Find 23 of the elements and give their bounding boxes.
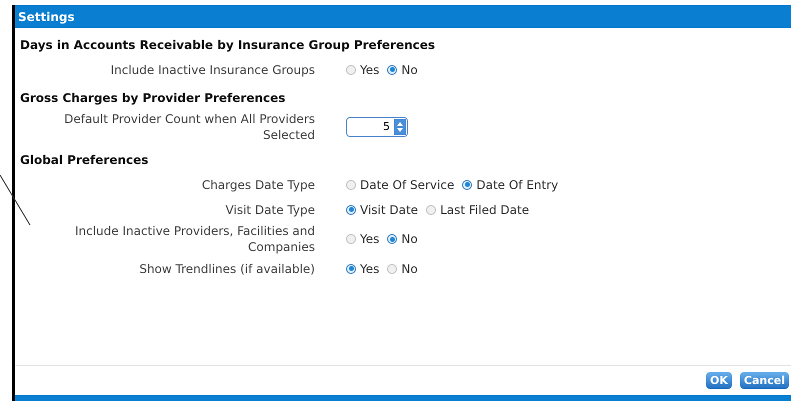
setting-label: Include Inactive Providers, Facilities and Companies [74,223,315,255]
window-title: Settings [15,5,791,28]
radio-option[interactable]: Date Of Service [346,176,454,194]
setting-label: Default Provider Count when All Providers Selected [63,111,315,143]
setting-label: Include Inactive Insurance Groups [110,62,315,78]
setting-label: Charges Date Type [200,176,315,192]
radio-option[interactable]: Yes [346,60,380,78]
radio-option[interactable]: No [387,230,418,248]
setting-label: Visit Date Type [224,202,315,218]
radio-option[interactable]: Date Of Entry [462,176,558,194]
radio-option[interactable]: No [387,60,418,78]
radio-option[interactable]: Visit Date [346,200,418,218]
section-heading: Global Preferences [20,152,150,169]
spinner-arrows-icon[interactable] [394,119,406,135]
number-spinner[interactable]: 5 [346,117,408,137]
radio-option[interactable]: Last Filed Date [426,200,530,218]
section-heading: Gross Charges by Provider Preferences [20,90,286,107]
section-heading: Days in Accounts Receivable by Insurance Group Preferences [20,37,436,54]
diagonal-line [0,175,32,227]
radio-option[interactable]: Yes [346,230,380,248]
radio-option[interactable]: No [387,260,418,278]
radio-option[interactable]: Yes [346,260,380,278]
setting-label: Show Trendlines (if available) [138,260,315,276]
